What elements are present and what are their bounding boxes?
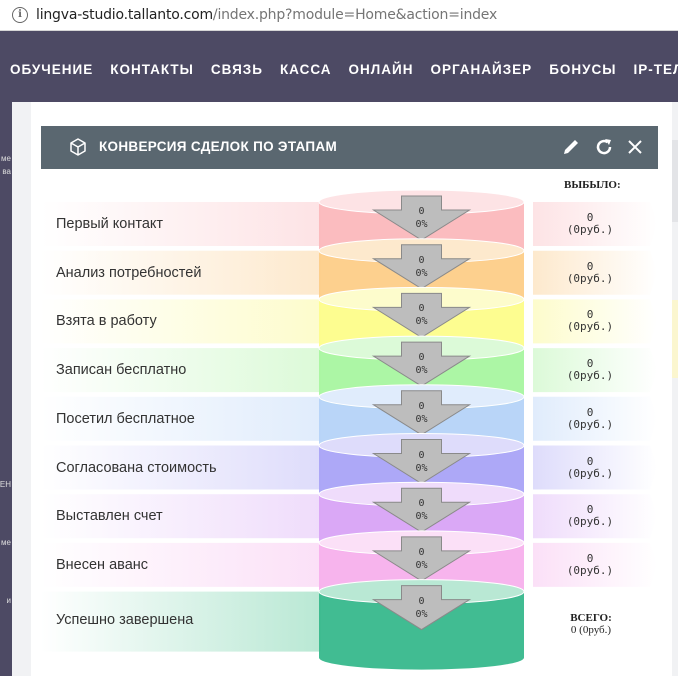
stage-label: Внесен аванс (56, 556, 149, 573)
funnel-graphic (41, 189, 657, 670)
nav-item[interactable]: ОРГАНАЙЗЕР (430, 62, 532, 77)
lost-sum: (0руб.) (566, 320, 614, 334)
stage-percent: 0% (415, 316, 428, 328)
stage-percent: 0% (415, 462, 428, 474)
stage-count: 0 0% (402, 205, 442, 231)
stage-label: Посетил бесплатное (56, 410, 195, 427)
stage-count: 0 0% (402, 595, 442, 621)
lost-value: 0 (0руб.) (560, 259, 620, 285)
sidebar: ме ва ЕН ме и (0, 102, 12, 676)
url-text[interactable]: lingva-studio.tallanto.com/index.php?mod… (36, 7, 497, 23)
total-value: 0 (0руб.) (570, 624, 612, 636)
top-nav: ОБУЧЕНИЕ КОНТАКТЫ СВЯЗЬ КАССА ОНЛАЙН ОРГАНАЙЗ… (0, 31, 678, 102)
lost-value: 0 (0руб.) (560, 454, 620, 480)
address-bar[interactable]: i lingva-studio.tallanto.com/index.php?m… (0, 0, 678, 31)
stage-count: 0 0% (402, 400, 442, 426)
lost-value: 0 (0руб.) (560, 358, 620, 382)
stage-count: 0 0% (402, 351, 442, 377)
stage-count-value: 0 (418, 400, 425, 412)
stage-count-value: 0 (418, 254, 425, 266)
stage-count-value: 0 (418, 449, 425, 461)
lost-count: 0 (586, 405, 594, 419)
stage-count-value: 0 (418, 303, 425, 315)
lost-sum: (0руб.) (566, 417, 614, 431)
stage-count: 0 0% (402, 546, 442, 572)
nav-item[interactable]: БОНУСЫ (549, 62, 616, 77)
stage-percent: 0% (415, 365, 428, 377)
sidebar-fragment[interactable]: ва (2, 167, 11, 176)
stage-percent: 0% (415, 267, 428, 279)
total-header: ВСЕГО: (570, 612, 612, 624)
lost-value: 0 (0руб.) (560, 552, 620, 577)
stage-count: 0 0% (402, 497, 442, 523)
stage-percent: 0% (415, 413, 428, 425)
stage-count: 0 0% (402, 449, 442, 475)
nav-item[interactable]: IP-ТЕЛ (634, 62, 678, 77)
stage-label: Успешно завершена (56, 611, 194, 628)
nav-item[interactable]: КОНТАКТЫ (110, 62, 194, 77)
stage-label: Согласована стоимость (56, 459, 217, 476)
side-widget (672, 140, 678, 222)
nav-item[interactable]: СВЯЗЬ (211, 62, 263, 77)
lost-value: 0 (0руб.) (560, 405, 620, 431)
stage-count: 0 0% (402, 302, 442, 328)
total-block: ВСЕГО: 0 (0руб.) (556, 612, 626, 636)
stage-label: Записан бесплатно (56, 362, 187, 379)
nav-item[interactable]: КАССА (280, 62, 332, 77)
sidebar-fragment[interactable]: и (7, 596, 11, 605)
stage-label: Выставлен счет (56, 508, 163, 525)
side-widget (672, 300, 678, 378)
lost-count: 0 (586, 259, 594, 273)
stage-count-value: 0 (418, 352, 425, 364)
lost-sum: (0руб.) (566, 223, 614, 236)
nav-item[interactable]: ОНЛАЙН (349, 62, 414, 77)
stage-count: 0 0% (402, 254, 442, 280)
stage-percent: 0% (415, 219, 428, 230)
lost-value: 0 (0руб.) (560, 504, 620, 528)
conversion-panel: КОНВЕРСИЯ СДЕЛОК ПО ЭТАПАМ ВЫБЫЛО: Первы… (31, 102, 672, 676)
sidebar-fragment[interactable]: ЕН (0, 480, 11, 489)
lost-value: 0 (0руб.) (560, 212, 620, 236)
stage-percent: 0% (415, 608, 428, 620)
stage-count-value: 0 (418, 595, 425, 607)
lost-sum: (0руб.) (566, 466, 614, 480)
lost-value: 0 (0руб.) (560, 309, 620, 333)
stage-count-value: 0 (418, 206, 425, 217)
stage-percent: 0% (415, 511, 428, 523)
stage-count-value: 0 (418, 546, 425, 558)
lost-sum: (0руб.) (566, 271, 614, 285)
lost-sum: (0руб.) (566, 563, 614, 577)
info-icon[interactable]: i (12, 7, 28, 23)
sidebar-fragment[interactable]: ме (1, 154, 11, 163)
stage-label: Анализ потребностей (56, 264, 202, 281)
stage-count-value: 0 (418, 498, 425, 510)
lost-sum: (0руб.) (566, 515, 614, 529)
stage-percent: 0% (415, 559, 428, 571)
nav-item[interactable]: ОБУЧЕНИЕ (10, 62, 93, 77)
sidebar-fragment[interactable]: ме (1, 538, 11, 547)
stage-label: Взята в работу (56, 313, 157, 330)
lost-sum: (0руб.) (566, 369, 614, 383)
lost-count: 0 (586, 454, 594, 468)
stage-label: Первый контакт (56, 216, 164, 232)
